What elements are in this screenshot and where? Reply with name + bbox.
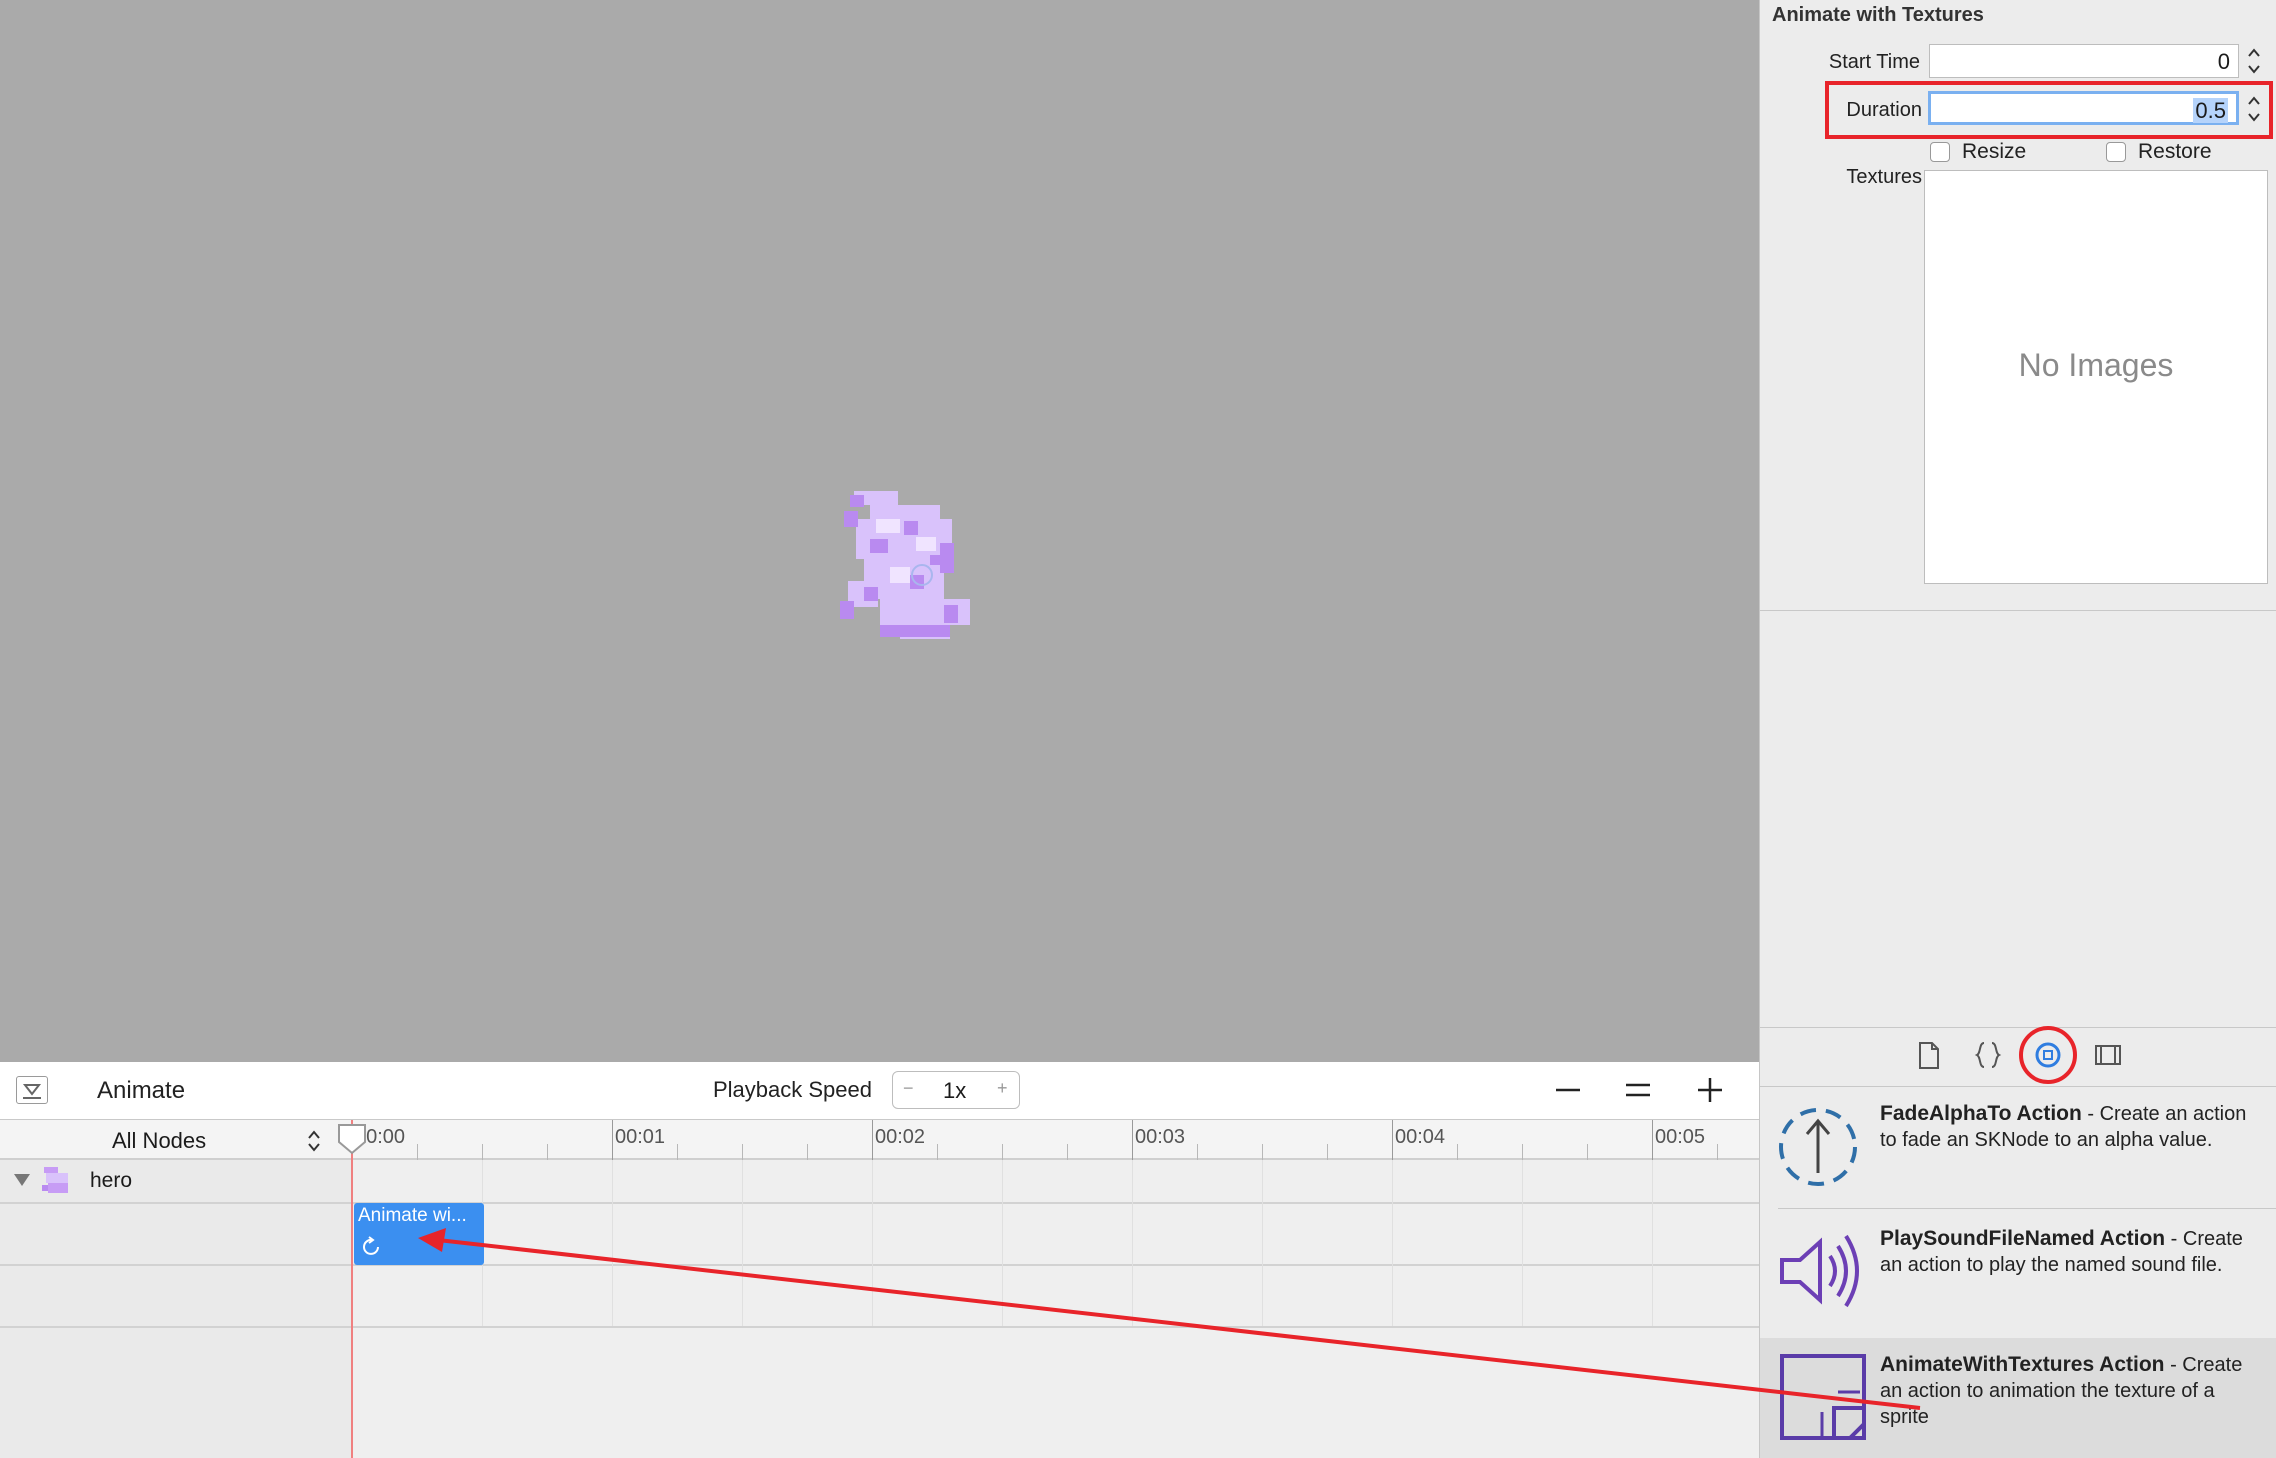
- row-divider: [0, 1264, 1759, 1266]
- no-images-text: No Images: [2018, 347, 2174, 383]
- node-row-hero[interactable]: hero: [0, 1160, 352, 1202]
- timeline-disclosure-button[interactable]: [16, 1076, 48, 1104]
- start-time-stepper-icon[interactable]: [2246, 44, 2262, 78]
- action-block-label: Animate wi...: [358, 1205, 467, 1226]
- ruler-label: 00:04: [1395, 1126, 1446, 1148]
- playhead-handle[interactable]: [336, 1122, 368, 1156]
- library-item-name: PlaySoundFileNamed Action: [1880, 1227, 2166, 1250]
- ruler-minor-tick: [1262, 1144, 1263, 1160]
- ruler-minor-tick: [482, 1144, 483, 1160]
- library-item-playsoundfilenamed[interactable]: PlaySoundFileNamed Action - Create an ac…: [1760, 1212, 2276, 1338]
- ruler-major-tick: [1392, 1120, 1393, 1160]
- timeline-gridline: [1262, 1160, 1263, 1326]
- ruler-minor-tick: [677, 1144, 678, 1160]
- playback-speed-label: Playback Speed: [713, 1077, 872, 1102]
- library-item-animatewithtextures[interactable]: AnimateWithTextures Action - Create an a…: [1760, 1338, 2276, 1458]
- textures-label: Textures: [1846, 166, 1922, 188]
- inspector-title: Animate with Textures: [1772, 4, 1984, 26]
- ruler-minor-tick: [742, 1144, 743, 1160]
- file-icon[interactable]: [1910, 1037, 1946, 1073]
- ruler-minor-tick: [1587, 1144, 1588, 1160]
- ruler-minor-tick: [547, 1144, 548, 1160]
- selected-tab-highlight-circle: [2019, 1026, 2077, 1084]
- library-item-text: AnimateWithTextures Action - Create an a…: [1880, 1353, 2243, 1428]
- row-divider: [0, 1202, 1759, 1204]
- hero-thumbnail-icon: [42, 1167, 68, 1193]
- timeline-gridline: [1522, 1160, 1523, 1326]
- ruler-minor-tick: [1327, 1144, 1328, 1160]
- scene-canvas[interactable]: [0, 0, 1759, 1062]
- ruler-major-tick: [1132, 1120, 1133, 1160]
- timeline-ruler[interactable]: All Nodes 00:00 00:01 00:02 00:03 00:04 00:05: [0, 1120, 1759, 1160]
- duration-highlight-box: [1825, 81, 2273, 139]
- disclosure-triangle-icon[interactable]: [14, 1174, 30, 1188]
- timeline-gridline: [1002, 1160, 1003, 1326]
- attributes-inspector: Animate with Textures Start Time 0 Durat…: [1759, 0, 2276, 1458]
- ruler-minor-tick: [1522, 1144, 1523, 1160]
- timeline-gridline: [612, 1160, 613, 1326]
- timeline-gridline: [872, 1160, 873, 1326]
- library-item-text: FadeAlphaTo Action - Create an action to…: [1880, 1102, 2247, 1151]
- zoom-fit-icon[interactable]: [1618, 1070, 1658, 1110]
- zoom-out-icon[interactable]: [1548, 1070, 1588, 1110]
- ruler-label: 00:01: [615, 1126, 666, 1148]
- fade-alpha-icon: [1779, 1108, 1857, 1186]
- ruler-minor-tick: [807, 1144, 808, 1160]
- playhead-line[interactable]: [351, 1120, 353, 1458]
- ruler-minor-tick: [937, 1144, 938, 1160]
- textures-drop-area[interactable]: No Images: [1924, 170, 2268, 584]
- ruler-minor-tick: [1197, 1144, 1198, 1160]
- timeline-gridline: [1652, 1160, 1653, 1326]
- braces-icon[interactable]: [1970, 1037, 2006, 1073]
- ruler-major-tick: [872, 1120, 873, 1160]
- library-item-fadealphato[interactable]: FadeAlphaTo Action - Create an action to…: [1760, 1087, 2276, 1213]
- timeline-gridline: [1392, 1160, 1393, 1326]
- resize-label[interactable]: Resize: [1962, 140, 2026, 164]
- up-down-chevron-icon: [308, 1130, 320, 1152]
- row-divider: [0, 1326, 1759, 1328]
- ruler-label: 00:02: [875, 1126, 926, 1148]
- library-item-name: AnimateWithTextures Action: [1880, 1353, 2165, 1376]
- nodes-filter-popup[interactable]: All Nodes: [0, 1120, 352, 1160]
- ruler-minor-tick: [1067, 1144, 1068, 1160]
- restore-checkbox[interactable]: [2106, 142, 2126, 162]
- timeline-title: Animate: [97, 1077, 186, 1104]
- speaker-icon: [1780, 1234, 1859, 1308]
- start-time-label: Start Time: [1828, 51, 1920, 73]
- speed-value: 1x: [943, 1078, 967, 1103]
- node-list: hero: [0, 1160, 352, 1458]
- triangle-down-icon: [22, 1084, 42, 1099]
- timeline-toolbar: Animate Playback Speed − 1x +: [0, 1062, 1759, 1120]
- restore-label[interactable]: Restore: [2138, 140, 2212, 164]
- ruler-major-tick: [612, 1120, 613, 1160]
- playback-speed-stepper[interactable]: − 1x +: [892, 1071, 1020, 1109]
- ruler-minor-tick: [1002, 1144, 1003, 1160]
- timeline-gridline: [742, 1160, 743, 1326]
- node-name: hero: [90, 1169, 133, 1192]
- timeline-gridline: [1132, 1160, 1133, 1326]
- ruler-label: 00:05: [1655, 1126, 1706, 1148]
- library-item-text: PlaySoundFileNamed Action - Create an ac…: [1880, 1227, 2243, 1276]
- zoom-in-icon[interactable]: [1690, 1070, 1730, 1110]
- ruler-minor-tick: [1457, 1144, 1458, 1160]
- library-item-divider: [1778, 1208, 2276, 1209]
- speed-decrease-button[interactable]: −: [903, 1078, 914, 1099]
- speed-increase-button[interactable]: +: [997, 1078, 1008, 1099]
- ruler-minor-tick: [1717, 1144, 1718, 1160]
- ruler-major-tick: [1652, 1120, 1653, 1160]
- animate-textures-icon: [1780, 1354, 1866, 1440]
- animate-with-textures-action-block[interactable]: Animate wi...: [354, 1203, 484, 1265]
- hero-sprite[interactable]: [840, 491, 1004, 655]
- library-item-name: FadeAlphaTo Action: [1880, 1102, 2082, 1125]
- inspector-divider: [1760, 610, 2276, 611]
- nodes-filter-label: All Nodes: [112, 1128, 207, 1153]
- timeline-body: hero Animate wi...: [0, 1160, 1759, 1458]
- ruler-label: 00:03: [1135, 1126, 1186, 1148]
- media-library-icon[interactable]: [2090, 1037, 2126, 1073]
- ruler-minor-tick: [417, 1144, 418, 1160]
- resize-checkbox[interactable]: [1930, 142, 1950, 162]
- repeat-icon[interactable]: [360, 1235, 384, 1259]
- start-time-field[interactable]: 0: [1929, 44, 2239, 78]
